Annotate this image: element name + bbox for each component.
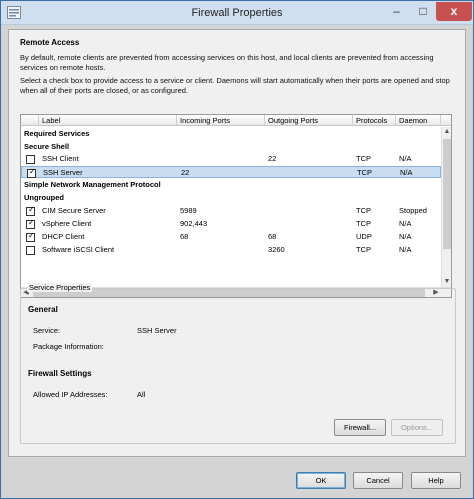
row-protocol: TCP bbox=[356, 154, 371, 163]
general-heading: General bbox=[28, 305, 58, 314]
row-protocol: TCP bbox=[356, 206, 371, 215]
scroll-up-icon[interactable]: ▲ bbox=[442, 127, 451, 137]
row-protocol: TCP bbox=[357, 168, 372, 177]
remote-access-description-2: Select a check box to provide access to … bbox=[20, 76, 450, 95]
firewall-properties-window: Firewall Properties – □ x Remote Access … bbox=[0, 0, 474, 499]
scroll-down-icon[interactable]: ▼ bbox=[442, 277, 451, 287]
check-icon: ✓ bbox=[28, 218, 35, 227]
checkbox[interactable]: ✓ bbox=[26, 155, 35, 164]
service-properties-group: Service Properties General Service: SSH … bbox=[20, 283, 456, 444]
cancel-button[interactable]: Cancel bbox=[353, 472, 403, 489]
list-header: Label Incoming Ports Outgoing Ports Prot… bbox=[21, 115, 451, 126]
firewall-settings-heading: Firewall Settings bbox=[28, 369, 92, 378]
row-daemon: Stopped bbox=[399, 206, 427, 215]
remote-access-heading: Remote Access bbox=[20, 38, 80, 47]
row-label: Software iSCSI Client bbox=[42, 245, 115, 254]
row-incoming: 902,443 bbox=[180, 219, 208, 228]
vertical-scroll-thumb[interactable] bbox=[443, 139, 451, 249]
help-button[interactable]: Help bbox=[411, 472, 461, 489]
header-daemon[interactable]: Daemon bbox=[396, 115, 441, 126]
options-button[interactable]: Options... bbox=[391, 419, 443, 436]
header-protocols[interactable]: Protocols bbox=[353, 115, 396, 126]
checkbox[interactable]: ✓ bbox=[27, 167, 36, 178]
check-icon: ✓ bbox=[28, 205, 35, 214]
row-outgoing: 68 bbox=[268, 232, 277, 241]
group-secure-shell: Secure Shell bbox=[24, 142, 70, 151]
firewall-button[interactable]: Firewall... bbox=[334, 419, 386, 436]
table-row[interactable]: ✓ Software iSCSI Client 3260 TCP N/A bbox=[21, 244, 441, 256]
group-ungrouped: Ungrouped bbox=[24, 193, 64, 202]
minimize-button[interactable]: – bbox=[383, 2, 410, 21]
header-label[interactable]: Label bbox=[39, 115, 177, 126]
header-outgoing-ports[interactable]: Outgoing Ports bbox=[265, 115, 353, 126]
package-info-label: Package Information: bbox=[33, 342, 104, 351]
dialog-content: Remote Access By default, remote clients… bbox=[8, 29, 466, 457]
checkbox[interactable]: ✓ bbox=[26, 246, 35, 255]
check-icon: ✓ bbox=[29, 167, 36, 176]
row-incoming: 22 bbox=[181, 168, 190, 177]
table-row[interactable]: ✓ SSH Client 22 TCP N/A bbox=[21, 153, 441, 165]
row-daemon: N/A bbox=[399, 219, 412, 228]
checkbox[interactable]: ✓ bbox=[26, 205, 35, 216]
service-properties-label: Service Properties bbox=[27, 283, 93, 292]
service-label: Service: bbox=[33, 326, 61, 335]
table-row-selected[interactable]: ✓ SSH Server 22 TCP N/A bbox=[21, 166, 441, 178]
remote-access-description-1: By default, remote clients are prevented… bbox=[20, 53, 434, 72]
allowed-ip-label: Allowed IP Addresses: bbox=[33, 390, 108, 399]
row-label: DHCP Client bbox=[42, 232, 85, 241]
maximize-button[interactable]: □ bbox=[410, 2, 436, 21]
service-value: SSH Server bbox=[137, 326, 177, 335]
row-protocol: UDP bbox=[356, 232, 372, 241]
header-checkbox-col bbox=[21, 115, 39, 126]
row-incoming: 5989 bbox=[180, 206, 197, 215]
table-row[interactable]: ✓ vSphere Client 902,443 TCP N/A bbox=[21, 218, 441, 230]
row-label: CIM Secure Server bbox=[42, 206, 106, 215]
row-outgoing: 3260 bbox=[268, 245, 285, 254]
services-list[interactable]: Label Incoming Ports Outgoing Ports Prot… bbox=[20, 114, 452, 298]
ok-button[interactable]: OK bbox=[296, 472, 346, 489]
row-label: SSH Server bbox=[43, 168, 83, 177]
row-label: SSH Client bbox=[42, 154, 79, 163]
row-daemon: N/A bbox=[400, 168, 413, 177]
row-daemon: N/A bbox=[399, 232, 412, 241]
table-row[interactable]: ✓ CIM Secure Server 5989 TCP Stopped bbox=[21, 205, 441, 217]
row-incoming: 68 bbox=[180, 232, 189, 241]
row-outgoing: 22 bbox=[268, 154, 277, 163]
checkbox[interactable]: ✓ bbox=[26, 231, 35, 242]
checkbox[interactable]: ✓ bbox=[26, 218, 35, 229]
allowed-ip-value: All bbox=[137, 390, 146, 399]
title-bar[interactable]: Firewall Properties – □ x bbox=[1, 1, 473, 25]
close-button[interactable]: x bbox=[436, 2, 472, 21]
vertical-scrollbar[interactable]: ▲ ▼ bbox=[441, 127, 451, 287]
row-daemon: N/A bbox=[399, 245, 412, 254]
group-required-services: Required Services bbox=[24, 129, 90, 138]
row-protocol: TCP bbox=[356, 245, 371, 254]
row-label: vSphere Client bbox=[42, 219, 92, 228]
header-incoming-ports[interactable]: Incoming Ports bbox=[177, 115, 265, 126]
row-daemon: N/A bbox=[399, 154, 412, 163]
group-snmp: Simple Network Management Protocol bbox=[24, 180, 161, 189]
check-icon: ✓ bbox=[28, 231, 35, 240]
table-row[interactable]: ✓ DHCP Client 68 68 UDP N/A bbox=[21, 231, 441, 243]
row-protocol: TCP bbox=[356, 219, 371, 228]
